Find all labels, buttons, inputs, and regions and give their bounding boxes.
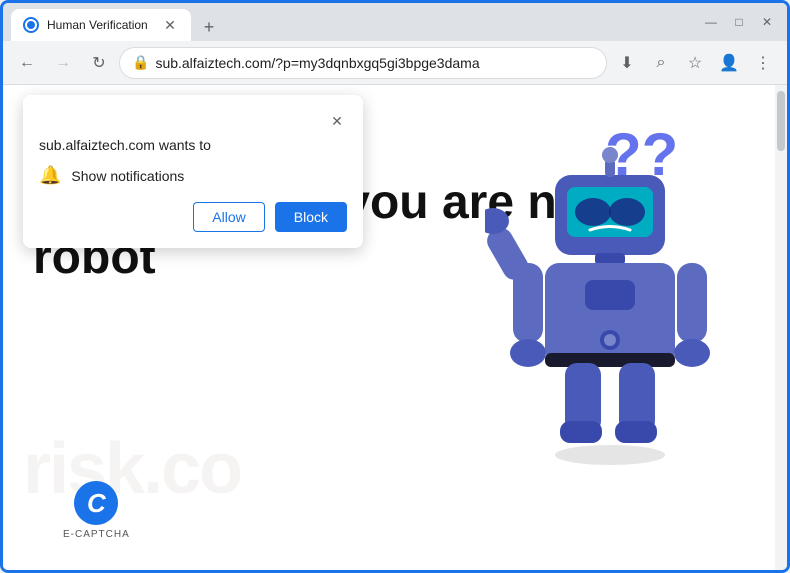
back-button[interactable]: ← <box>11 47 43 79</box>
tab-favicon-icon <box>23 17 39 33</box>
more-menu-icon[interactable]: ⋮ <box>747 47 779 79</box>
block-button[interactable]: Block <box>275 202 347 232</box>
tab-title: Human Verification <box>47 18 153 32</box>
content-area: risk.co Click Allow if you are not a rob… <box>3 85 787 570</box>
tab-area: Human Verification ✕ + <box>11 3 685 41</box>
browser-window: Human Verification ✕ + — □ ✕ ← → ↻ 🔒 sub… <box>0 0 790 573</box>
ecaptcha-c-letter: C <box>87 488 106 519</box>
notification-text: Show notifications <box>71 168 184 184</box>
popup-notification-row: 🔔 Show notifications <box>39 165 347 186</box>
popup-site-name: sub.alfaiztech.com wants to <box>39 137 347 153</box>
address-text: sub.alfaiztech.com/?p=my3dqnbxgq5gi3bpge… <box>155 55 594 71</box>
maximize-button[interactable]: □ <box>727 10 751 34</box>
bell-icon: 🔔 <box>39 165 61 186</box>
window-controls: — □ ✕ <box>699 10 779 34</box>
popup-close-button[interactable]: ✕ <box>327 111 347 131</box>
forward-button[interactable]: → <box>47 47 79 79</box>
popup-buttons: Allow Block <box>39 202 347 232</box>
new-tab-button[interactable]: + <box>195 13 223 41</box>
popup-close-row: ✕ <box>39 111 347 131</box>
page-background: risk.co Click Allow if you are not a rob… <box>3 85 775 570</box>
watermark-text: risk.co <box>23 428 241 510</box>
toolbar-icons: ⬇ ⌕ ☆ 👤 ⋮ <box>611 47 779 79</box>
reload-button[interactable]: ↻ <box>83 47 115 79</box>
profile-icon[interactable]: 👤 <box>713 47 745 79</box>
close-button[interactable]: ✕ <box>755 10 779 34</box>
title-bar: Human Verification ✕ + — □ ✕ <box>3 3 787 41</box>
search-icon[interactable]: ⌕ <box>645 47 677 79</box>
download-icon[interactable]: ⬇ <box>611 47 643 79</box>
notification-popup: ✕ sub.alfaiztech.com wants to 🔔 Show not… <box>23 95 363 248</box>
lock-icon: 🔒 <box>132 54 149 71</box>
ecaptcha-label: E-CAPTCHA <box>63 529 130 540</box>
page-content: risk.co Click Allow if you are not a rob… <box>3 85 775 570</box>
tab-close-button[interactable]: ✕ <box>161 16 179 34</box>
scrollbar[interactable] <box>775 85 787 570</box>
allow-button[interactable]: Allow <box>193 202 264 232</box>
minimize-button[interactable]: — <box>699 10 723 34</box>
ecaptcha-circle: C <box>74 481 118 525</box>
bookmark-icon[interactable]: ☆ <box>679 47 711 79</box>
address-bar[interactable]: 🔒 sub.alfaiztech.com/?p=my3dqnbxgq5gi3bp… <box>119 47 607 79</box>
scrollbar-thumb[interactable] <box>777 91 785 151</box>
browser-tab[interactable]: Human Verification ✕ <box>11 9 191 41</box>
robot-illustration: ?? <box>485 115 765 495</box>
ecaptcha-logo: C E-CAPTCHA <box>63 481 130 540</box>
toolbar: ← → ↻ 🔒 sub.alfaiztech.com/?p=my3dqnbxgq… <box>3 41 787 85</box>
